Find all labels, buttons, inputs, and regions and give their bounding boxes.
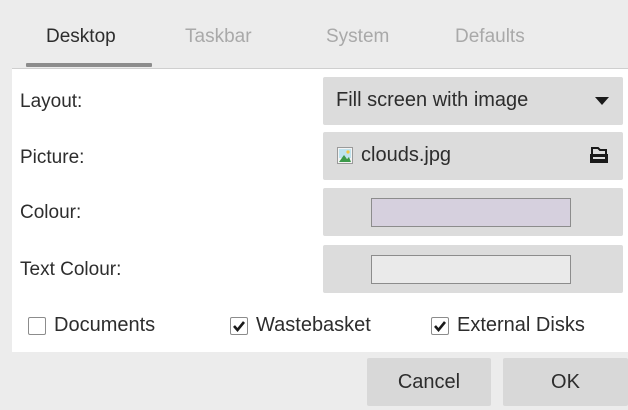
tab-defaults[interactable]: Defaults [455,26,525,48]
layout-label: Layout: [20,91,83,112]
layout-dropdown[interactable]: Fill screen with image [323,77,623,125]
picture-filename: clouds.jpg [361,144,452,166]
cancel-button[interactable]: Cancel [367,358,491,406]
documents-label: Documents [54,314,156,336]
text-colour-button[interactable] [323,245,623,293]
picture-file-chooser[interactable]: clouds.jpg [323,132,623,180]
layout-dropdown-value: Fill screen with image [336,89,529,111]
checkmark-icon [434,321,447,333]
dialog-footer: Cancel OK [0,352,628,410]
checkbox-box [230,317,248,335]
checkmark-icon [233,321,246,333]
desktop-settings-panel: Layout: Fill screen with image Picture: … [12,68,628,352]
text-colour-label: Text Colour: [20,259,122,280]
folder-open-icon [590,147,608,163]
tab-taskbar[interactable]: Taskbar [185,26,252,48]
checkbox-box [28,317,46,335]
ok-button[interactable]: OK [503,358,628,406]
colour-label: Colour: [20,202,82,223]
picture-label: Picture: [20,147,85,168]
checkbox-box [431,317,449,335]
tab-bar: Desktop Taskbar System Defaults [0,0,628,70]
active-tab-indicator [26,63,152,67]
dropdown-arrow-icon [595,97,609,105]
image-file-icon [337,147,353,164]
wastebasket-label: Wastebasket [256,314,371,336]
external-disks-label: External Disks [457,314,585,336]
colour-swatch [371,198,571,227]
tab-desktop[interactable]: Desktop [46,26,116,48]
colour-button[interactable] [323,188,623,236]
text-colour-swatch [371,255,571,284]
tab-system[interactable]: System [326,26,389,48]
